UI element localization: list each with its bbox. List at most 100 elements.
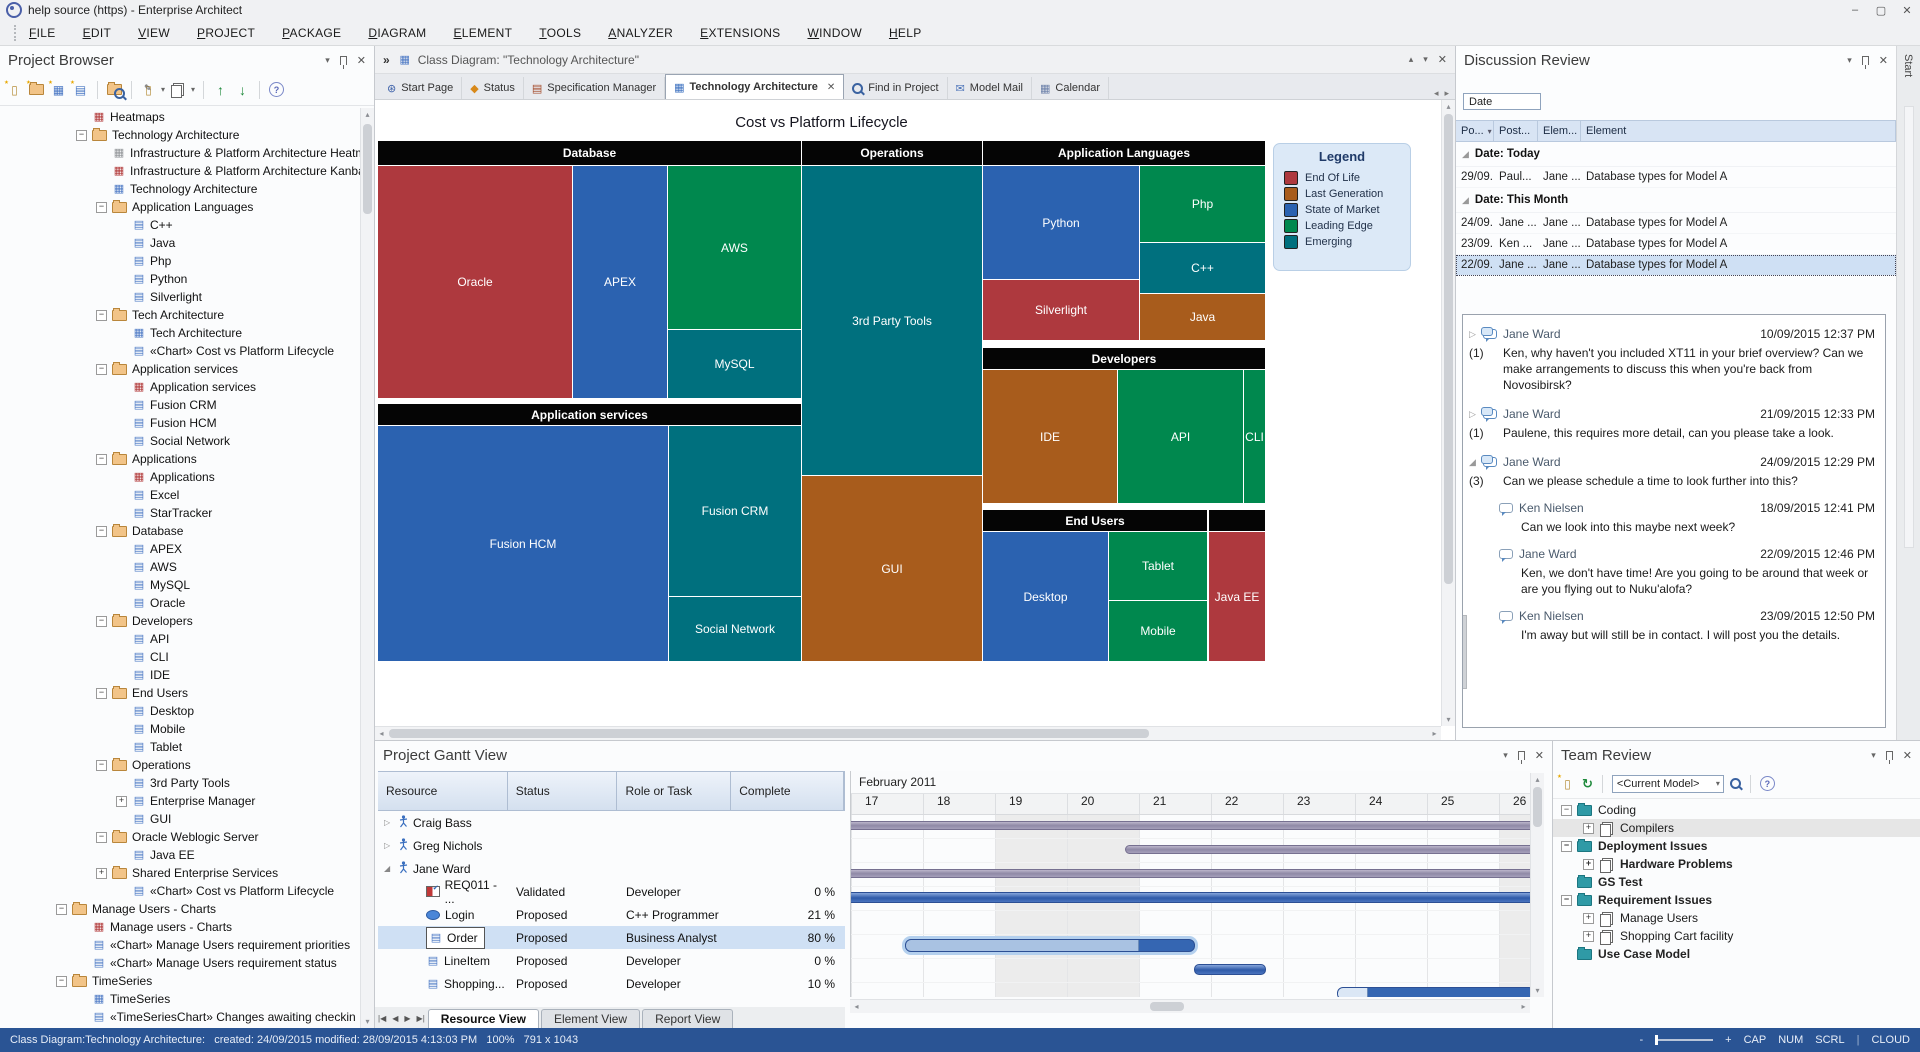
zoom-slider[interactable] xyxy=(1655,1039,1713,1041)
row-expander-icon[interactable]: ▷ xyxy=(384,841,398,850)
treemap-section-header[interactable]: Database xyxy=(378,141,801,165)
treemap-box[interactable]: Java xyxy=(1140,294,1265,340)
tree-item[interactable]: ▦Technology Architecture xyxy=(0,180,360,198)
treemap-box[interactable]: Social Network xyxy=(669,597,801,661)
record-nav-icon[interactable]: ▶| xyxy=(417,1014,425,1023)
treemap-box[interactable]: AWS xyxy=(668,166,801,329)
zoom-in-button[interactable]: + xyxy=(1725,1034,1731,1046)
search-icon[interactable] xyxy=(1730,778,1741,789)
expander-icon[interactable]: − xyxy=(96,616,107,627)
toggle-scrl[interactable]: SCRL xyxy=(1815,1034,1844,1046)
tab-calendar[interactable]: ▦Calendar xyxy=(1032,77,1109,99)
tree-item[interactable]: ▤3rd Party Tools xyxy=(0,774,360,792)
tree-item[interactable]: ▤APEX xyxy=(0,540,360,558)
chevron-down-icon[interactable]: ▾ xyxy=(1423,54,1428,65)
tree-item[interactable]: ▦Manage users - Charts xyxy=(0,918,360,936)
treemap-box[interactable]: Java EE xyxy=(1209,532,1265,661)
tree-item[interactable]: −Applications xyxy=(0,450,360,468)
menu-edit[interactable]: EDIT xyxy=(83,26,112,40)
tree-item[interactable]: ▦Heatmaps xyxy=(0,108,360,126)
treemap-box[interactable]: MySQL xyxy=(668,330,801,398)
gantt-bar[interactable] xyxy=(850,821,1531,830)
tab-model-mail[interactable]: ✉Model Mail xyxy=(948,77,1032,99)
chevron-down-icon[interactable]: ▾ xyxy=(1503,750,1508,761)
treemap-box[interactable]: Python xyxy=(983,166,1139,279)
treemap-box[interactable]: APEX xyxy=(573,166,667,398)
new-element-icon[interactable]: ▯٭ xyxy=(6,81,23,98)
tab-start-page[interactable]: ⊛Start Page xyxy=(379,77,462,99)
tree-item[interactable]: ▤Mobile xyxy=(0,720,360,738)
tree-item[interactable]: ▤Fusion HCM xyxy=(0,414,360,432)
treemap-box[interactable]: Mobile xyxy=(1109,601,1207,661)
view-tab-element-view[interactable]: Element View xyxy=(541,1009,640,1028)
group-collapse-icon[interactable]: ◢ xyxy=(1462,149,1469,160)
expander-icon[interactable]: − xyxy=(96,688,107,699)
row-expander-icon[interactable]: ▷ xyxy=(384,818,398,827)
expander-icon[interactable]: − xyxy=(96,526,107,537)
tree-item[interactable]: ▤Php xyxy=(0,252,360,270)
tree-item[interactable]: ▤Java EE xyxy=(0,846,360,864)
tree-item[interactable]: ▤CLI xyxy=(0,648,360,666)
tab-technology-architecture[interactable]: ▦Technology Architecture✕ xyxy=(665,74,844,99)
refresh-icon[interactable]: ↻ xyxy=(1582,776,1593,792)
menu-window[interactable]: WINDOW xyxy=(807,26,861,40)
chart-legend[interactable]: Legend End Of LifeLast GenerationState o… xyxy=(1273,143,1411,271)
expander-icon[interactable]: + xyxy=(1583,913,1594,924)
toggle-num[interactable]: NUM xyxy=(1778,1034,1803,1046)
thread-scrollbar-thumb[interactable] xyxy=(1462,615,1467,689)
new-child-diagram-icon[interactable]: ▤٭ xyxy=(72,81,89,98)
new-package-icon[interactable]: ٭ xyxy=(28,81,45,98)
treemap-box[interactable]: IDE xyxy=(983,370,1117,503)
group-collapse-icon[interactable]: ◢ xyxy=(1462,195,1469,206)
model-selector[interactable]: <Current Model>▾ xyxy=(1612,775,1724,793)
tree-item[interactable]: ▤«Chart» Manage Users requirement priori… xyxy=(0,936,360,954)
menu-tools[interactable]: TOOLS xyxy=(539,26,581,40)
pin-icon[interactable] xyxy=(1886,751,1893,760)
expander-icon[interactable]: + xyxy=(96,868,107,879)
tree-item[interactable]: ▤«Chart» Cost vs Platform Lifecycle xyxy=(0,342,360,360)
expander-icon[interactable]: − xyxy=(1561,841,1572,852)
discussion-message[interactable]: ▷Jane Ward21/09/2015 12:33 PM(1)Paulene,… xyxy=(1469,407,1875,441)
discussion-post-row[interactable]: 24/09...Jane ...Jane ...Database types f… xyxy=(1456,213,1896,234)
team-tree-item[interactable]: +Compilers xyxy=(1553,819,1920,837)
expander-icon[interactable]: − xyxy=(76,130,87,141)
tree-item[interactable]: −Developers xyxy=(0,612,360,630)
treemap-box[interactable]: GUI xyxy=(802,476,982,661)
gantt-bar[interactable] xyxy=(850,892,1531,903)
maximize-button[interactable]: ▢ xyxy=(1868,4,1894,17)
treemap-section-header[interactable]: Developers xyxy=(983,348,1265,369)
team-tree-item[interactable]: −Coding xyxy=(1553,801,1920,819)
discussion-reply[interactable]: Jane Ward22/09/2015 12:46 PMKen, we don'… xyxy=(1499,547,1875,597)
minimize-button[interactable]: – xyxy=(1842,4,1868,17)
tree-item[interactable]: ▤Fusion CRM xyxy=(0,396,360,414)
team-tree-item[interactable]: GS Test xyxy=(1553,873,1920,891)
tree-item[interactable]: ▤Social Network xyxy=(0,432,360,450)
tab-find-in-project[interactable]: Find in Project xyxy=(844,77,947,99)
tree-item[interactable]: −Tech Architecture xyxy=(0,306,360,324)
expander-icon[interactable]: + xyxy=(1583,859,1594,870)
copy-dropdown-icon[interactable]: ▾ xyxy=(170,81,187,98)
tree-item[interactable]: ▤AWS xyxy=(0,558,360,576)
inline-edit-box[interactable]: ▤Order xyxy=(426,927,485,949)
new-diagram-icon[interactable]: ▦٭ xyxy=(50,81,67,98)
gantt-bar[interactable] xyxy=(1194,964,1266,975)
close-icon[interactable]: ✕ xyxy=(1438,53,1447,66)
treemap-box[interactable]: API xyxy=(1118,370,1243,503)
close-icon[interactable]: ✕ xyxy=(1903,749,1912,762)
chevron-down-icon[interactable]: ▾ xyxy=(1847,55,1852,66)
expander-icon[interactable]: − xyxy=(96,202,107,213)
gantt-vscrollbar[interactable]: ▴▾ xyxy=(1530,773,1544,997)
gantt-row[interactable]: ▤OrderProposedBusiness Analyst80 % xyxy=(378,926,845,949)
close-button[interactable]: ✕ xyxy=(1894,4,1920,17)
expander-icon[interactable]: + xyxy=(1583,823,1594,834)
diagram-hscrollbar[interactable]: ◂▸ xyxy=(375,726,1441,740)
discussion-message[interactable]: ◢Jane Ward24/09/2015 12:29 PM(3)Can we p… xyxy=(1469,455,1875,643)
column-header[interactable]: Element xyxy=(1581,121,1896,141)
treemap-section-header[interactable]: End Users xyxy=(983,510,1207,531)
column-header[interactable]: Post... xyxy=(1494,121,1538,141)
tree-item[interactable]: ▤«TimeSeriesChart» Changes awaiting chec… xyxy=(0,1008,360,1026)
tree-item[interactable]: ▤StarTracker xyxy=(0,504,360,522)
tree-item[interactable]: −Manage Users - Charts xyxy=(0,900,360,918)
treemap-box[interactable]: Fusion CRM xyxy=(669,426,801,596)
tree-item[interactable]: ▤Silverlight xyxy=(0,288,360,306)
